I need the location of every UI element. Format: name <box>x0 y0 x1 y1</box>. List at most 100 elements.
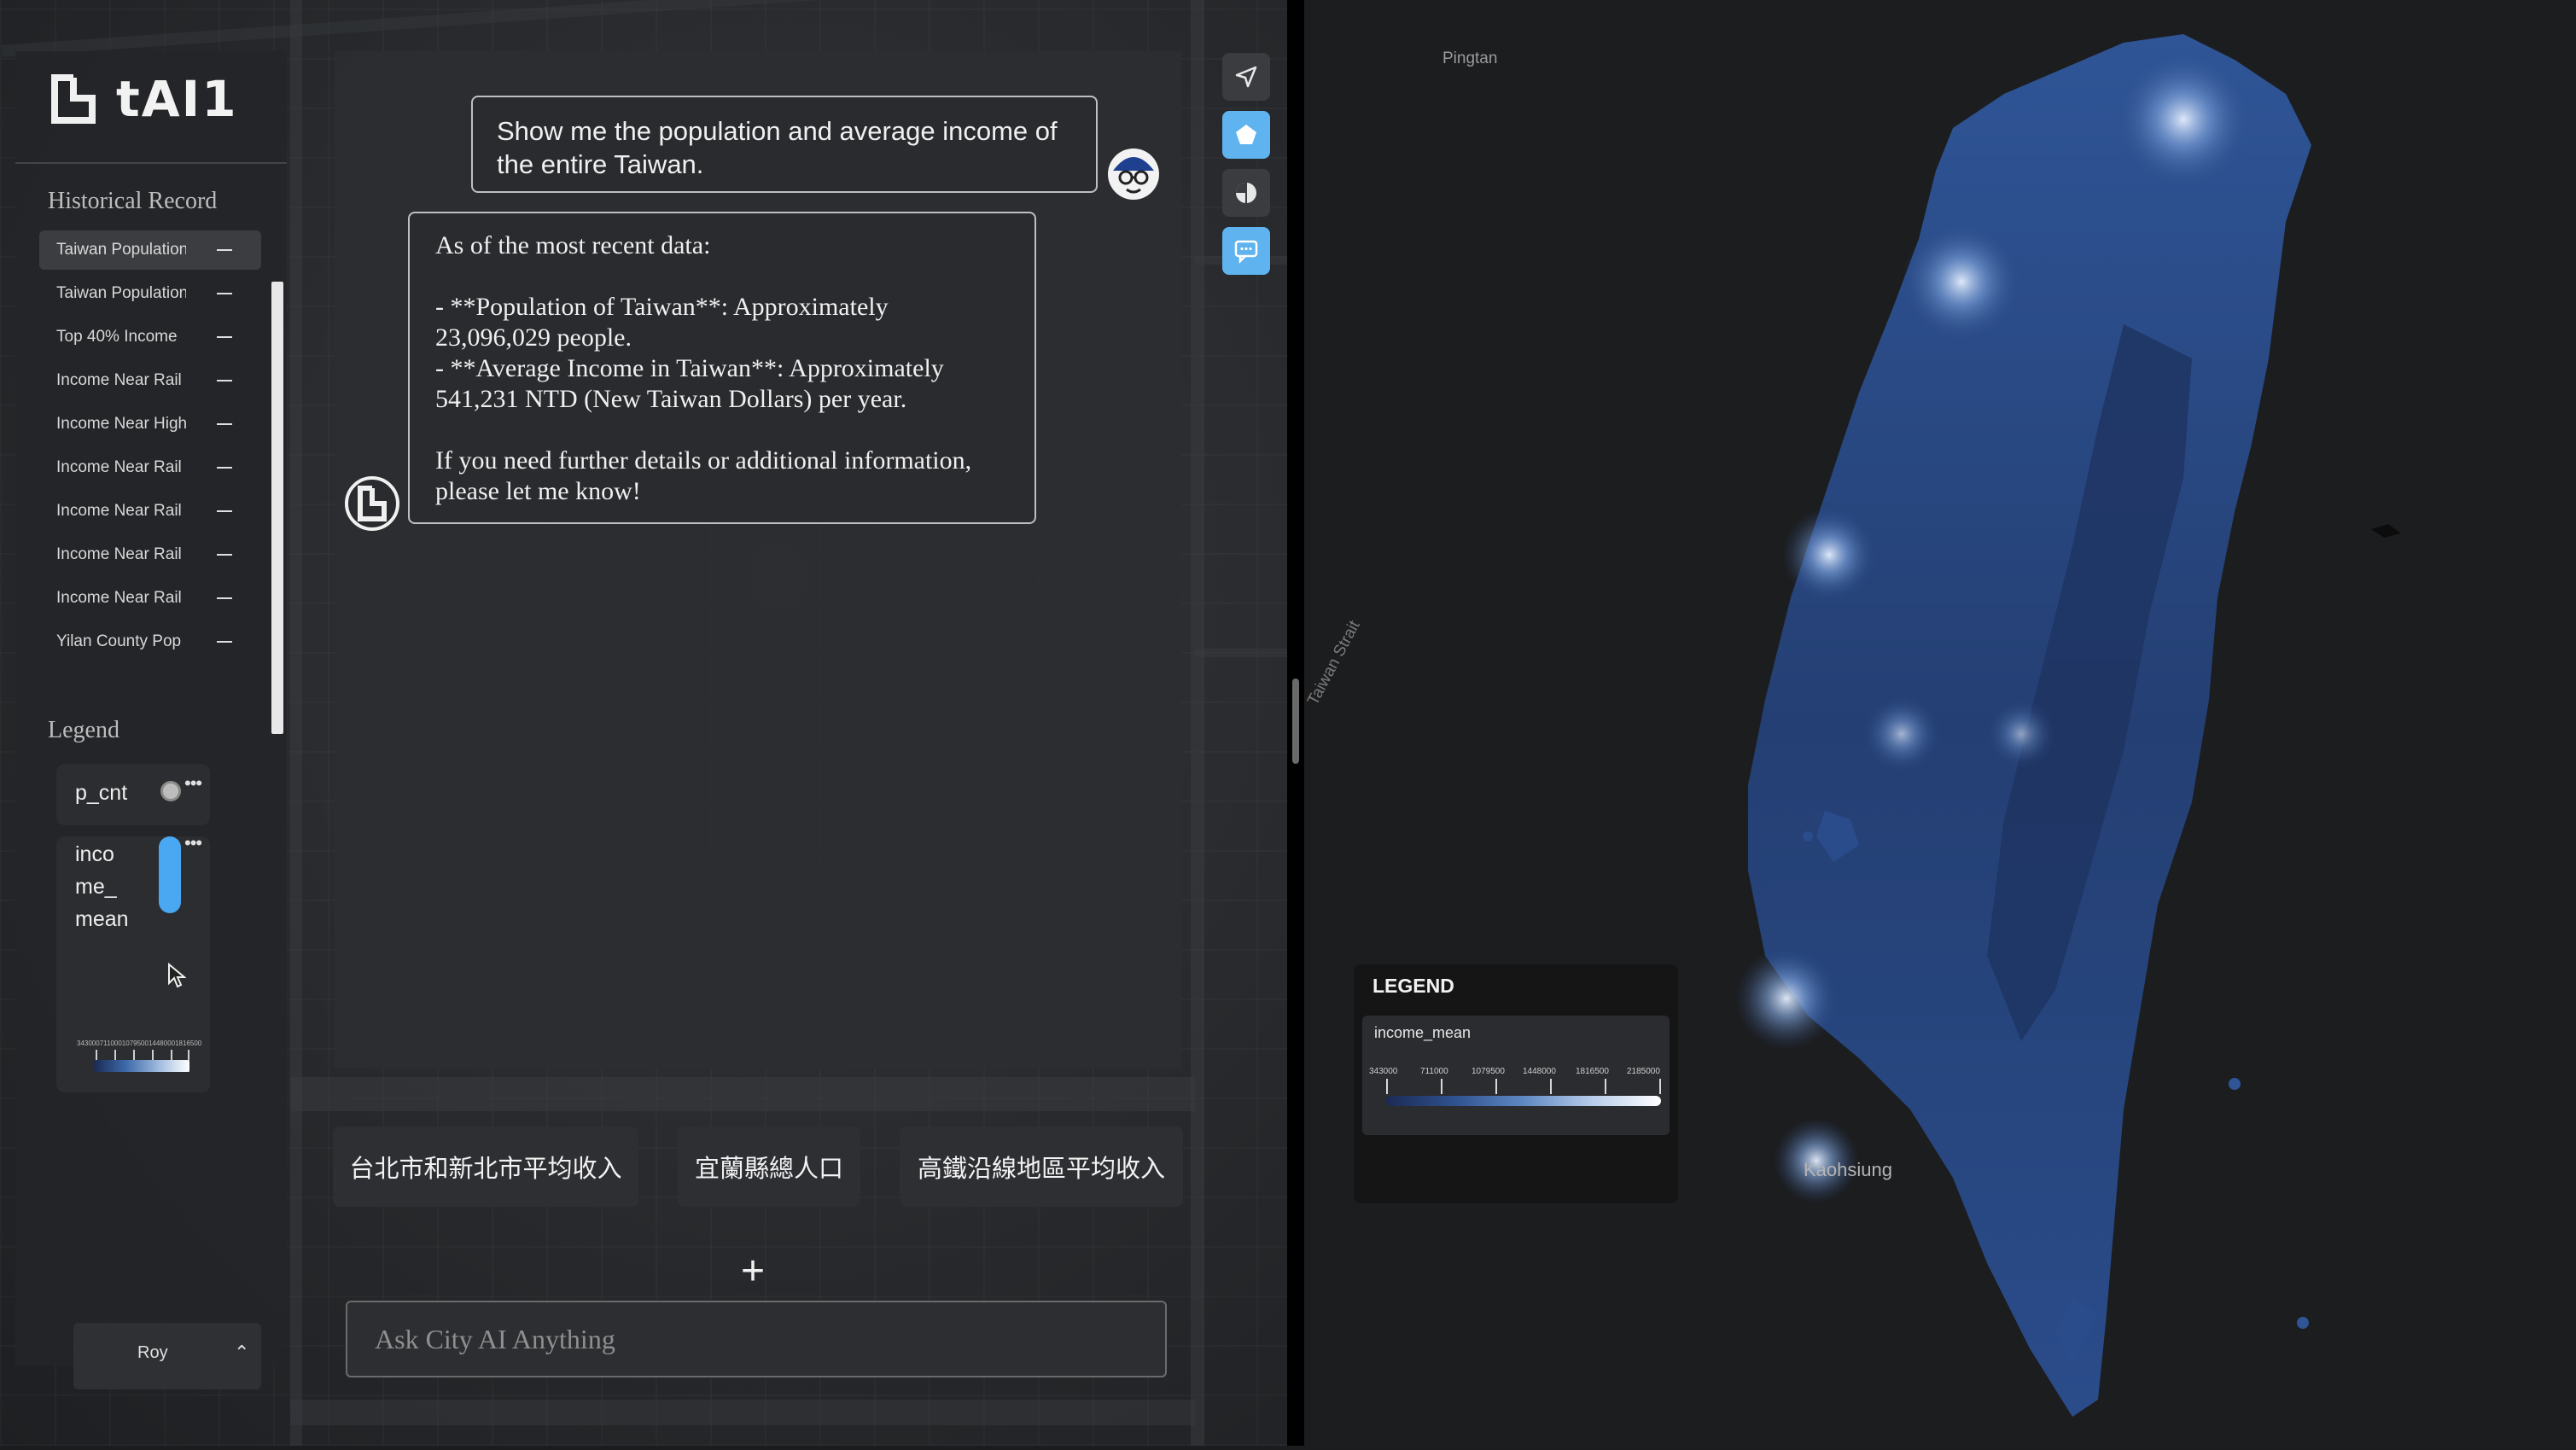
history-item[interactable]: Income Near Rail <box>39 448 261 487</box>
user-name: Roy <box>137 1343 168 1362</box>
polygon-icon <box>1236 125 1256 144</box>
remove-icon[interactable] <box>217 467 232 469</box>
map-street <box>1 0 1297 57</box>
map-street <box>290 0 302 1446</box>
legend-tick <box>1386 1079 1388 1094</box>
legend-panel-title: LEGEND <box>1373 975 1454 997</box>
suggestion-chip[interactable]: 高鐵沿線地區平均收入 <box>900 1127 1183 1207</box>
remove-icon[interactable] <box>217 510 232 512</box>
choropleth-map[interactable]: Pingtan Taiwan Strait Kaohsiung <box>1304 0 2576 1446</box>
history-item-label: Income Near Rail <box>56 589 182 607</box>
ai-message: As of the most recent data: - **Populati… <box>408 212 1036 524</box>
history-item-label: Yilan County Pop <box>56 632 182 650</box>
history-item[interactable]: Taiwan Population <box>39 230 261 270</box>
legend-tick-label: 2185000 <box>1627 1067 1660 1076</box>
legend-layer-name: p_cnt <box>75 781 128 805</box>
ai-message-line: - **Average Income in Taiwan**: Approxim… <box>435 354 944 413</box>
map-place-label: Kaohsiung <box>1804 1159 1892 1180</box>
map-street <box>1191 0 1204 1446</box>
divider <box>15 162 287 164</box>
remove-icon[interactable] <box>217 423 232 425</box>
legend-scale-labels: 343000711000107950014480001816500 <box>77 1039 202 1047</box>
navigate-button[interactable] <box>1222 53 1270 101</box>
history-item-label: Income Near Rail <box>56 371 182 389</box>
history-item[interactable]: Yilan County Pop <box>39 622 261 661</box>
legend-tick-label: 1448000 <box>1523 1067 1556 1076</box>
chat-panel <box>335 51 1181 1069</box>
history-scrollbar[interactable] <box>271 282 283 734</box>
resize-handle[interactable] <box>1292 678 1299 764</box>
legend-tick-label: 343000 <box>1369 1067 1398 1076</box>
polygon-tool-button[interactable] <box>1222 111 1270 159</box>
remove-icon[interactable] <box>217 336 232 338</box>
history-title: Historical Record <box>48 188 218 214</box>
more-options-icon[interactable]: ••• <box>184 772 202 795</box>
chevron-up-icon: ⌃ <box>234 1342 250 1363</box>
ai-avatar <box>345 476 399 531</box>
chart-tool-button[interactable] <box>1222 169 1270 217</box>
legend-tick <box>1605 1079 1606 1094</box>
logo-text: tAI1 <box>116 70 238 128</box>
legend-title: Legend <box>48 717 119 743</box>
legend-tick <box>1550 1079 1552 1094</box>
history-item-label: Income Near Rail <box>56 502 182 520</box>
remove-icon[interactable] <box>217 380 232 381</box>
history-item-label: Taiwan Population <box>56 284 186 302</box>
navigate-arrow-icon <box>1235 66 1257 88</box>
add-button[interactable]: + <box>741 1248 765 1295</box>
legend-tick-label: 711000 <box>1420 1067 1448 1076</box>
sidebar: tAI1 Historical Record Taiwan Population… <box>15 51 287 1389</box>
user-avatar <box>1106 147 1161 201</box>
taiwan-income-map <box>1735 34 2401 1417</box>
legend-layer-pcnt[interactable]: p_cnt ••• <box>56 764 210 825</box>
history-item[interactable]: Income Near High <box>39 405 261 444</box>
ask-input[interactable] <box>346 1301 1167 1377</box>
remove-icon[interactable] <box>217 249 232 251</box>
remove-icon[interactable] <box>217 554 232 556</box>
history-item-label: Top 40% Income <box>56 328 178 346</box>
remove-icon[interactable] <box>217 293 232 294</box>
map-street <box>290 1077 1195 1111</box>
map-street <box>1195 649 1297 657</box>
remove-icon[interactable] <box>217 641 232 643</box>
logo-icon <box>48 73 101 125</box>
history-item[interactable]: Taiwan Population <box>39 274 261 313</box>
history-item[interactable]: Income Near Rail <box>39 579 261 618</box>
more-options-icon[interactable]: ••• <box>184 832 202 854</box>
history-item[interactable]: Income Near Rail <box>39 535 261 574</box>
history-item[interactable]: Top 40% Income <box>39 317 261 357</box>
legend-tick <box>1441 1079 1442 1094</box>
legend-field-name: income_mean <box>1374 1024 1472 1041</box>
chat-toggle-button[interactable] <box>1222 227 1270 275</box>
history-item-label: Income Near Rail <box>56 458 182 476</box>
history-item[interactable]: Income Near Rail <box>39 492 261 531</box>
history-item-label: Taiwan Population <box>56 241 186 259</box>
history-item-label: Income Near High <box>56 415 186 433</box>
map-place-label: Pingtan <box>1442 49 1498 67</box>
legend-panel-body: income_mean 343000 711000 1079500 144800… <box>1362 1016 1670 1135</box>
ai-message-line: - **Population of Taiwan**: Approximatel… <box>435 293 889 352</box>
circle-symbol-icon <box>160 781 181 801</box>
chat-icon <box>1234 240 1258 264</box>
ai-message-line: As of the most recent data: <box>435 231 711 259</box>
history-list: Taiwan Population Taiwan Population Top 40… <box>39 230 261 666</box>
gradient-symbol-icon <box>159 836 181 913</box>
suggestion-chip[interactable]: 台北市和新北市平均收入 <box>333 1127 638 1207</box>
legend-layer-name: inco me_ mean <box>75 842 129 931</box>
legend-color-ramp <box>94 1060 189 1072</box>
user-message: Show me the population and average incom… <box>471 96 1098 193</box>
remove-icon[interactable] <box>217 597 232 599</box>
legend-tick <box>1495 1079 1497 1094</box>
legend-color-ramp <box>1386 1096 1661 1106</box>
map-legend: LEGEND income_mean 343000 711000 1079500… <box>1354 964 1678 1203</box>
legend-layer-income-mean[interactable]: inco me_ mean ••• 3430007110001079500144… <box>56 832 210 1092</box>
legend-tick-label: 1816500 <box>1576 1067 1609 1076</box>
history-item[interactable]: Income Near Rail <box>39 361 261 400</box>
map-street <box>290 1400 1195 1425</box>
suggestion-chip[interactable]: 宜蘭縣總人口 <box>678 1127 860 1207</box>
pie-chart-icon <box>1236 183 1256 203</box>
user-menu[interactable]: Roy ⌃ <box>73 1323 261 1389</box>
app-logo[interactable]: tAI1 <box>48 70 238 128</box>
legend-tick <box>1659 1079 1661 1094</box>
ai-message-line: If you need further details or additiona… <box>435 446 972 505</box>
